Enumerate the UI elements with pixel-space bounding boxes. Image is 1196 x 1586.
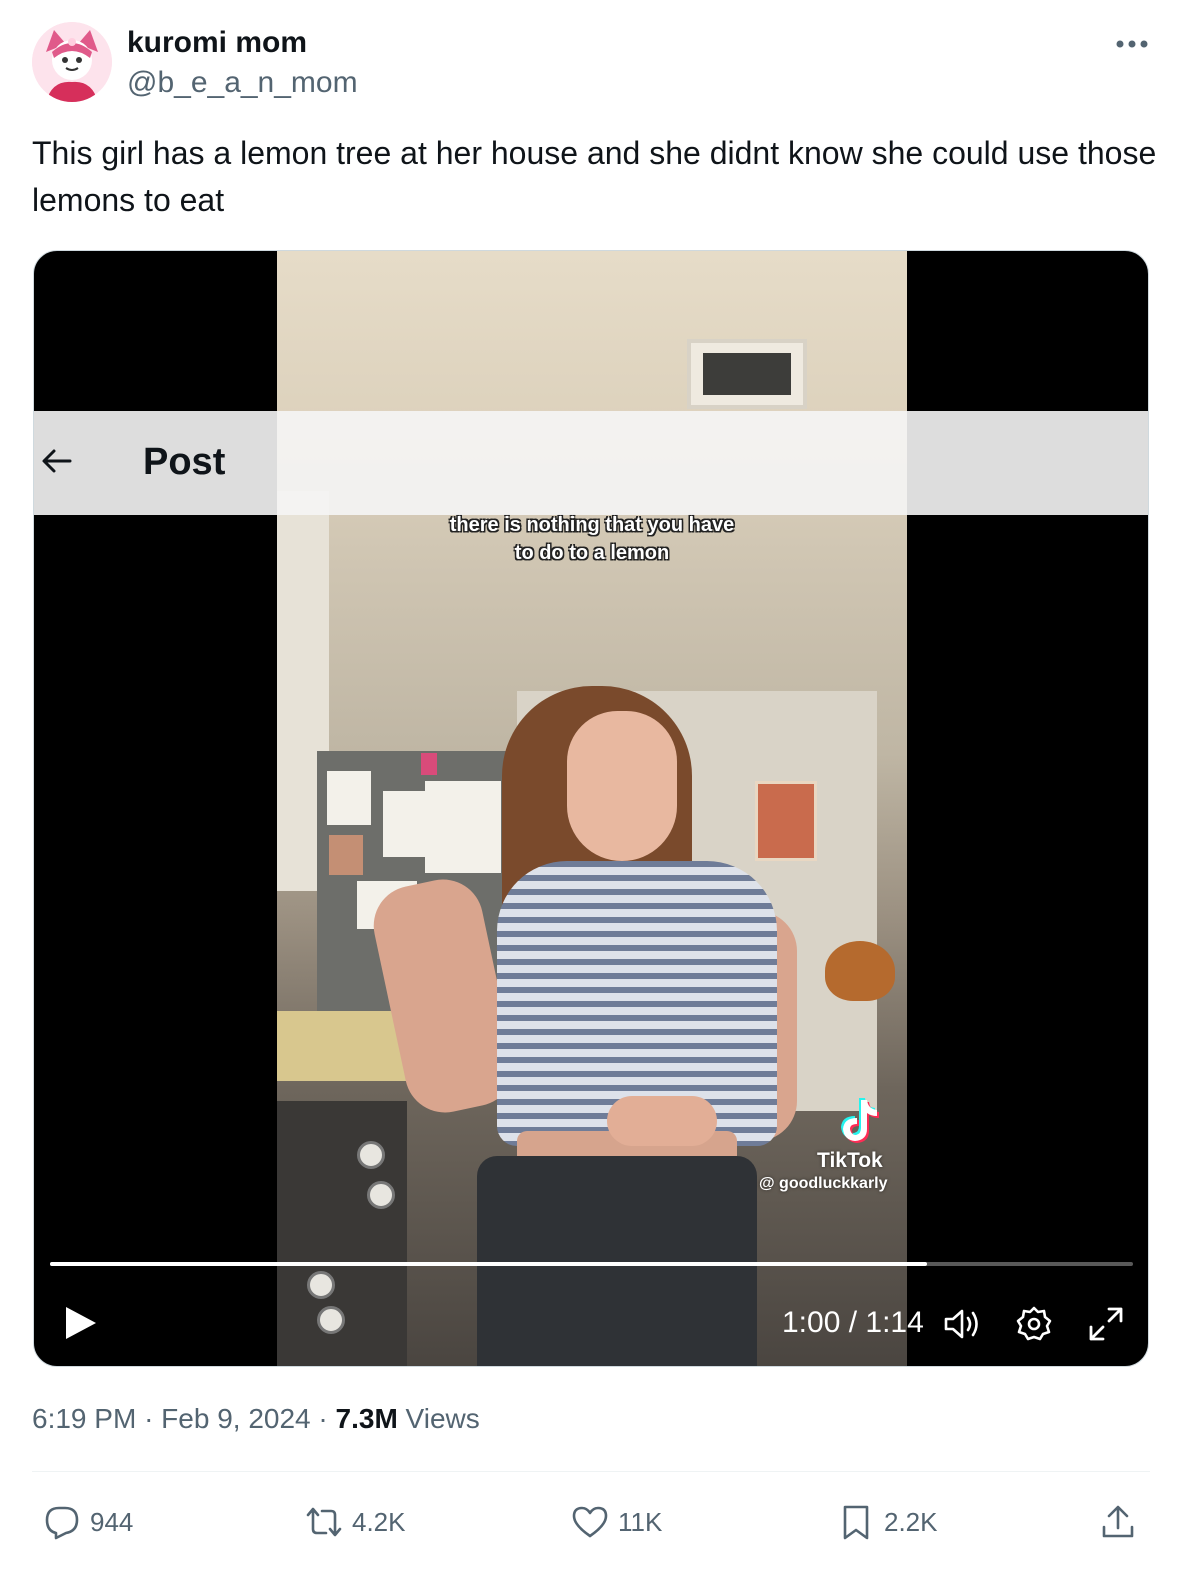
reply-button[interactable]: 944 [42, 1500, 133, 1544]
bowl [825, 941, 895, 1001]
play-icon[interactable] [60, 1303, 100, 1343]
tweet-meta: 6:19 PM · Feb 9, 2024 · 7.3M Views [32, 1403, 480, 1435]
more-icon [1116, 40, 1148, 48]
ceiling-vent [687, 339, 807, 409]
share-button[interactable] [1098, 1500, 1138, 1544]
video-caption-line: there is nothing that you have [449, 514, 735, 536]
user-handle[interactable]: @b_e_a_n_mom [127, 66, 358, 100]
tweet-date[interactable]: Feb 9, 2024 [161, 1403, 310, 1434]
meta-separator: · [318, 1403, 328, 1434]
video-caption-line: to do to a lemon [514, 542, 670, 564]
reply-count: 944 [90, 1506, 134, 1537]
time-readout: 1:00 / 1:14 [782, 1306, 924, 1339]
bookmark-count: 2.2K [884, 1506, 938, 1537]
post-header-overlay: Post [34, 411, 1148, 515]
stove [277, 1101, 407, 1366]
display-name[interactable]: kuromi mom [127, 26, 307, 60]
person-face [567, 711, 677, 861]
wall-poster [755, 781, 817, 861]
counter [277, 1011, 407, 1081]
video-progress-bar[interactable] [50, 1262, 1133, 1266]
arrow-left-icon[interactable] [38, 443, 74, 479]
views-label: Views [405, 1403, 480, 1434]
like-count: 11K [618, 1506, 663, 1537]
avatar[interactable] [32, 22, 112, 102]
person-hand [607, 1096, 717, 1146]
more-options-button[interactable] [1110, 26, 1154, 62]
reply-icon [45, 1506, 79, 1540]
watermark-user: @ goodluckkarly [759, 1175, 888, 1192]
share-icon [1102, 1505, 1134, 1538]
fullscreen-icon[interactable] [1086, 1304, 1126, 1344]
tweet-time[interactable]: 6:19 PM [32, 1403, 136, 1434]
repost-button[interactable]: 4.2K [304, 1500, 406, 1544]
tweet-text: This girl has a lemon tree at her house … [32, 135, 1157, 218]
video-player[interactable]: there is nothing that you have to do to … [33, 250, 1149, 1367]
meta-separator: · [144, 1403, 154, 1434]
divider [32, 1471, 1150, 1472]
volume-icon[interactable] [942, 1304, 982, 1344]
repost-icon [306, 1507, 342, 1537]
bookmark-button[interactable]: 2.2K [836, 1500, 938, 1544]
like-button[interactable]: 11K [570, 1500, 662, 1544]
settings-icon[interactable] [1014, 1304, 1054, 1344]
repost-count: 4.2K [352, 1506, 406, 1537]
views-count: 7.3M [335, 1403, 398, 1434]
heart-icon [572, 1506, 608, 1538]
video-progress-fill [50, 1262, 928, 1266]
kuromi-avatar-icon [32, 22, 112, 102]
page-title: Post [143, 441, 226, 483]
watermark-brand: TikTok [817, 1149, 883, 1172]
bookmark-icon [843, 1505, 869, 1540]
tiktok-logo-icon [841, 1098, 879, 1143]
